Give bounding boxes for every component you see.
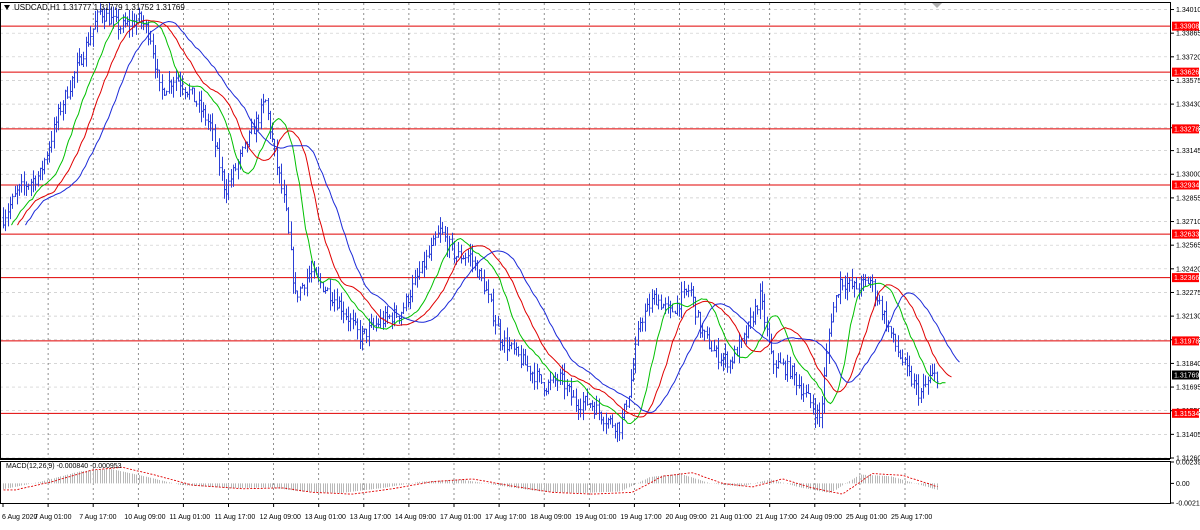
level-price-tag-label: 1.31978 bbox=[1174, 338, 1199, 345]
time-tick-label: 11 Aug 01:00 bbox=[169, 514, 210, 521]
time-tick-label: 14 Aug 09:00 bbox=[395, 514, 436, 521]
time-tick-label: 25 Aug 17:00 bbox=[891, 514, 932, 521]
level-price-tag-label: 1.33278 bbox=[1174, 126, 1199, 133]
time-tick-label: 17 Aug 01:00 bbox=[440, 514, 481, 521]
level-price-tag-label: 1.32366 bbox=[1174, 275, 1199, 282]
dropdown-triangle-icon[interactable] bbox=[4, 5, 10, 11]
time-tick-label: 13 Aug 01:00 bbox=[305, 514, 346, 521]
level-price-tag-label: 1.33908 bbox=[1174, 24, 1199, 31]
time-tick-label: 13 Aug 17:00 bbox=[350, 514, 391, 521]
time-tick-label: 21 Aug 17:00 bbox=[756, 514, 797, 521]
time-tick-label: 17 Aug 17:00 bbox=[485, 514, 526, 521]
price-tick-label: 1.33575 bbox=[1176, 78, 1200, 85]
level-price-tag-label: 1.32633 bbox=[1174, 232, 1199, 239]
price-tick-label: 1.32275 bbox=[1176, 290, 1200, 297]
time-tick-label: 19 Aug 17:00 bbox=[620, 514, 661, 521]
price-tick-label: 1.32855 bbox=[1176, 195, 1200, 202]
price-tick-label: 1.31695 bbox=[1176, 385, 1200, 392]
macd-tick-label: 0.002397 bbox=[1176, 460, 1200, 467]
price-tick-label: 1.33145 bbox=[1176, 148, 1200, 155]
chart-window[interactable]: 1.34010 1.33865 1.33720 1.33575 1.33430 1.332… bbox=[0, 0, 1200, 525]
symbol-header: USDCAD,H1 1.31777 1.31779 1.31752 1.3176… bbox=[4, 3, 185, 12]
time-tick-label: 24 Aug 09:00 bbox=[801, 514, 842, 521]
price-tick-label: 1.32565 bbox=[1176, 243, 1200, 250]
price-tick-label: 1.31840 bbox=[1176, 361, 1200, 368]
time-tick-label: 7 Aug 01:00 bbox=[34, 514, 71, 521]
level-price-tag-label: 1.31534 bbox=[1174, 411, 1199, 418]
macd-indicator-label: MACD(12,26,9) -0.000840 -0.000953 bbox=[6, 463, 122, 470]
price-tick-label: 1.33865 bbox=[1176, 31, 1200, 38]
time-tick-label: 12 Aug 09:00 bbox=[260, 514, 301, 521]
macd-tick-label: 0.00 bbox=[1176, 481, 1190, 488]
price-tick-label: 1.33430 bbox=[1176, 102, 1200, 109]
time-tick-label: 25 Aug 01:00 bbox=[846, 514, 887, 521]
time-tick-label: 7 Aug 17:00 bbox=[79, 514, 116, 521]
price-tick-label: 1.33000 bbox=[1176, 172, 1200, 179]
level-price-tag-label: 1.32934 bbox=[1174, 183, 1199, 190]
price-tick-label: 1.32420 bbox=[1176, 266, 1200, 273]
time-tick-label: 6 Aug 2020 bbox=[2, 514, 38, 521]
time-tick-label: 20 Aug 09:00 bbox=[666, 514, 707, 521]
price-tick-label: 1.34010 bbox=[1176, 7, 1200, 14]
time-tick-label: 18 Aug 09:00 bbox=[530, 514, 571, 521]
level-price-tag-label: 1.33626 bbox=[1174, 70, 1199, 77]
price-tick-label: 1.33720 bbox=[1176, 54, 1200, 61]
current-price-label: 1.31769 bbox=[1174, 372, 1199, 379]
macd-tick-label: -0.00219 bbox=[1176, 501, 1200, 508]
time-tick-label: 11 Aug 17:00 bbox=[215, 514, 256, 521]
time-tick-label: 10 Aug 09:00 bbox=[124, 514, 165, 521]
price-tick-label: 1.32130 bbox=[1176, 314, 1200, 321]
price-tick-label: 1.32710 bbox=[1176, 219, 1200, 226]
price-chart[interactable]: 1.34010 1.33865 1.33720 1.33575 1.33430 1.332… bbox=[0, 0, 1200, 525]
time-tick-label: 21 Aug 01:00 bbox=[711, 514, 752, 521]
symbol-ohlc-text: USDCAD,H1 1.31777 1.31779 1.31752 1.3176… bbox=[14, 3, 185, 12]
time-tick-label: 19 Aug 01:00 bbox=[575, 514, 616, 521]
price-tick-label: 1.31405 bbox=[1176, 432, 1200, 439]
